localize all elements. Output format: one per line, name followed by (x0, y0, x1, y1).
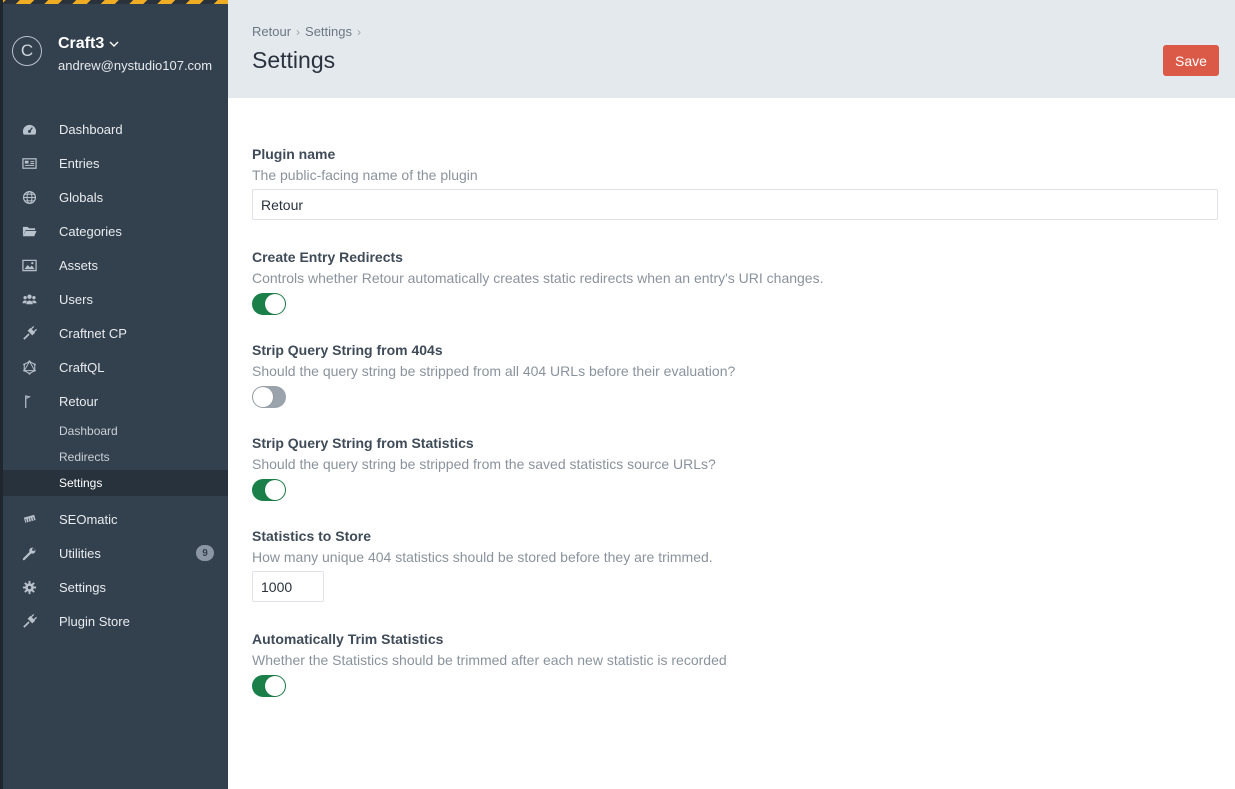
nav-seomatic[interactable]: SEOmatic (3, 502, 228, 536)
image-icon (21, 257, 37, 273)
dev-mode-stripe (0, 0, 228, 4)
breadcrumb-separator-icon: › (357, 25, 362, 39)
nav-craftnet-cp[interactable]: Craftnet CP (3, 316, 228, 350)
nav-label: Users (59, 291, 93, 307)
newspaper-icon (21, 155, 37, 171)
page-header: Retour › Settings › Settings Save (228, 0, 1235, 98)
nav-label: Plugin Store (59, 613, 130, 629)
nav-label: Craftnet CP (59, 325, 127, 341)
strip-query-404-toggle[interactable] (252, 386, 286, 408)
field-label: Create Entry Redirects (252, 249, 403, 265)
site-name[interactable]: Craft3 (58, 34, 212, 54)
field-strip-query-stats: Strip Query String from Statistics Shoul… (252, 435, 1218, 501)
stats-to-store-input[interactable] (252, 571, 324, 602)
toggle-knob (253, 387, 273, 407)
nav-label: CraftQL (59, 359, 105, 375)
nav-craftql[interactable]: CraftQL (3, 350, 228, 384)
utilities-count-badge: 9 (196, 545, 214, 561)
nav-retour-dashboard[interactable]: Dashboard (3, 418, 228, 444)
gear-icon (21, 579, 37, 595)
nav-categories[interactable]: Categories (3, 214, 228, 248)
nav-users[interactable]: Users (3, 282, 228, 316)
nav-label: Categories (59, 223, 122, 239)
field-help: Whether the Statistics should be trimmed… (252, 652, 727, 668)
nav-label: Entries (59, 155, 100, 171)
field-stats-to-store: Statistics to Store How many unique 404 … (252, 528, 1218, 602)
breadcrumb-settings[interactable]: Settings (305, 24, 352, 39)
save-button[interactable]: Save (1163, 45, 1219, 76)
nav-plugin-store[interactable]: Plugin Store (3, 604, 228, 638)
field-label: Strip Query String from Statistics (252, 435, 474, 451)
field-label: Statistics to Store (252, 528, 372, 544)
nav-assets[interactable]: Assets (3, 248, 228, 282)
breadcrumb-separator-icon: › (296, 25, 301, 39)
auto-trim-toggle[interactable] (252, 675, 286, 697)
field-label: Automatically Trim Statistics (252, 631, 444, 647)
page-title: Settings (252, 47, 336, 73)
field-strip-query-404: Strip Query String from 404s Should the … (252, 342, 1218, 408)
nav-label: Utilities (59, 545, 101, 561)
flag-icon (21, 393, 37, 409)
site-switcher[interactable]: C Craft3 andrew@nystudio107.com (12, 34, 212, 73)
nav-dashboard[interactable]: Dashboard (3, 112, 228, 146)
nav-retour-settings[interactable]: Settings (3, 470, 228, 496)
globe-icon (21, 189, 37, 205)
sidebar: C Craft3 andrew@nystudio107.com Dashboar… (0, 0, 228, 789)
main-nav: Dashboard Entries Globals Categories Ass… (3, 112, 228, 638)
wrench-icon (21, 545, 37, 561)
toggle-knob (265, 676, 285, 696)
field-auto-trim: Automatically Trim Statistics Whether th… (252, 631, 1218, 697)
breadcrumb-retour[interactable]: Retour (252, 24, 291, 39)
nav-retour[interactable]: Retour (3, 384, 228, 418)
plug-icon (21, 613, 37, 629)
user-email: andrew@nystudio107.com (58, 58, 213, 73)
users-icon (21, 291, 37, 307)
nav-label: Dashboard (59, 121, 123, 137)
nav-utilities[interactable]: Utilities 9 (3, 536, 228, 570)
nav-entries[interactable]: Entries (3, 146, 228, 180)
nav-settings[interactable]: Settings (3, 570, 228, 604)
seomatic-icon (21, 511, 37, 527)
nav-label: Globals (59, 189, 104, 205)
plug-icon (21, 325, 37, 341)
plugin-name-input[interactable] (252, 189, 1218, 220)
strip-query-stats-toggle[interactable] (252, 479, 286, 501)
toggle-knob (265, 480, 285, 500)
site-name-label: Craft3 (58, 35, 105, 52)
chevron-down-icon (109, 41, 119, 47)
field-help: How many unique 404 statistics should be… (252, 549, 713, 565)
nav-label: Settings (59, 579, 106, 595)
folder-icon (21, 223, 37, 239)
create-entry-redirects-toggle[interactable] (252, 293, 286, 315)
field-help: Should the query string be stripped from… (252, 456, 716, 472)
field-help: The public-facing name of the plugin (252, 167, 478, 183)
nav-label: SEOmatic (59, 511, 118, 527)
field-create-entry-redirects: Create Entry Redirects Controls whether … (252, 249, 1218, 315)
nav-label: Assets (59, 257, 99, 273)
field-plugin-name: Plugin name The public-facing name of th… (252, 146, 1218, 220)
nav-label: Retour (59, 393, 99, 409)
nav-retour-redirects[interactable]: Redirects (3, 444, 228, 470)
toggle-knob (265, 294, 285, 314)
field-label: Plugin name (252, 146, 336, 162)
graphql-icon (21, 359, 37, 375)
field-label: Strip Query String from 404s (252, 342, 443, 358)
site-logo-icon: C (12, 36, 42, 66)
field-help: Should the query string be stripped from… (252, 363, 736, 379)
field-help: Controls whether Retour automatically cr… (252, 270, 824, 286)
breadcrumb: Retour › Settings › (252, 24, 366, 39)
nav-globals[interactable]: Globals (3, 180, 228, 214)
gauge-icon (21, 121, 37, 137)
